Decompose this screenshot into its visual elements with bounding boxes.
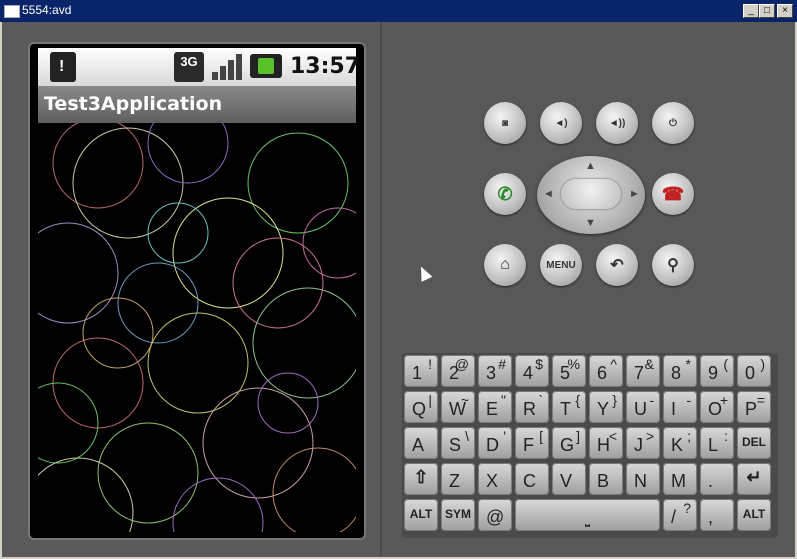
key-c[interactable]: C [515, 463, 549, 495]
key-7[interactable]: 7 & [626, 355, 660, 387]
device-screen: 3G 13:57 Test3Application [28, 42, 366, 540]
back-icon: ↶ [610, 257, 624, 274]
key-t[interactable]: T{ [552, 391, 586, 423]
key-f[interactable]: F[ [515, 427, 549, 459]
dpad-down-icon[interactable]: ▼ [585, 217, 596, 229]
space-icon: ⎵ [585, 513, 590, 527]
key-x[interactable]: X [478, 463, 512, 495]
hardware-controls: ◙ ◄) ◄)) ⏻ ✆ ▲ ▼ ◄ ► ☎ ⌂ MENU ↶ ⚲ 1! 2 @ … [382, 22, 795, 557]
call-icon: ✆ [497, 183, 513, 204]
minimize-button[interactable]: _ [743, 4, 759, 18]
key-b[interactable]: B [589, 463, 623, 495]
key-k[interactable]: K; [663, 427, 697, 459]
network-3g-icon: 3G [174, 52, 204, 82]
search-icon: ⚲ [667, 257, 679, 274]
key-r[interactable]: R ` [515, 391, 549, 423]
signal-icon [210, 52, 244, 82]
key-6[interactable]: 6 ^ [589, 355, 623, 387]
key-comma[interactable]: , [700, 499, 734, 531]
dpad-up-icon[interactable]: ▲ [585, 160, 596, 172]
end-call-icon: ☎ [661, 183, 685, 204]
key-alt-right[interactable]: ALT [737, 499, 771, 531]
call-button[interactable]: ✆ [484, 173, 526, 215]
key-del[interactable]: DEL [737, 427, 771, 459]
key-a[interactable]: A [404, 427, 438, 459]
key-8[interactable]: 8 * [663, 355, 697, 387]
key-j[interactable]: J > [626, 427, 660, 459]
camera-icon: ◙ [501, 117, 509, 129]
key-alt-left[interactable]: ALT [404, 499, 438, 531]
dpad[interactable]: ▲ ▼ ◄ ► [537, 156, 645, 234]
key-p[interactable]: P = [737, 391, 771, 423]
battery-icon [250, 54, 282, 78]
key-4[interactable]: 4 $ [515, 355, 549, 387]
key-i[interactable]: I- [663, 391, 697, 423]
dpad-right-icon[interactable]: ► [629, 188, 640, 200]
volume-up-icon: ◄)) [608, 117, 626, 129]
android-status-bar: 3G 13:57 [38, 48, 360, 86]
key-d[interactable]: D ' [478, 427, 512, 459]
end-call-button[interactable]: ☎ [652, 173, 694, 215]
key-s[interactable]: S \ [441, 427, 475, 459]
status-time: 13:57 [290, 54, 361, 79]
enter-icon: ↵ [746, 467, 762, 487]
sim-warning-icon [50, 52, 76, 82]
emulator-frame: 3G 13:57 Test3Application [2, 22, 795, 557]
key-h[interactable]: H < [589, 427, 623, 459]
dpad-left-icon[interactable]: ◄ [543, 188, 554, 200]
key-g[interactable]: G] [552, 427, 586, 459]
shift-icon: ⇧ [413, 467, 429, 487]
key-at[interactable]: @ [478, 499, 512, 531]
power-button[interactable]: ⏻ [652, 102, 694, 144]
key-y[interactable]: Y} [589, 391, 623, 423]
app-icon [4, 5, 20, 18]
key-0[interactable]: 0) [737, 355, 771, 387]
key-z[interactable]: Z [441, 463, 475, 495]
back-button[interactable]: ↶ [596, 244, 638, 286]
key-space[interactable]: ⎵ [515, 499, 660, 531]
key-5[interactable]: 5% [552, 355, 586, 387]
menu-label: MENU [546, 259, 576, 271]
app-title-bar: Test3Application [38, 86, 356, 123]
volume-down-icon: ◄) [554, 117, 568, 129]
key-9[interactable]: 9( [700, 355, 734, 387]
menu-button[interactable]: MENU [540, 244, 582, 286]
maximize-button[interactable]: □ [759, 4, 775, 18]
circles-drawing [38, 123, 356, 532]
key-v[interactable]: V [552, 463, 586, 495]
key-3[interactable]: 3 # [478, 355, 512, 387]
key-2[interactable]: 2 @ [441, 355, 475, 387]
search-button[interactable]: ⚲ [652, 244, 694, 286]
key-1[interactable]: 1! [404, 355, 438, 387]
key-shift[interactable]: ⇧ [404, 463, 438, 495]
home-icon: ⌂ [500, 256, 510, 273]
key-q[interactable]: Q | [404, 391, 438, 423]
key-slash[interactable]: /? [663, 499, 697, 531]
key-period[interactable]: . [700, 463, 734, 495]
key-o[interactable]: O + [700, 391, 734, 423]
key-n[interactable]: N [626, 463, 660, 495]
window-titlebar: 5554:avd _ □ × [0, 0, 797, 22]
power-icon: ⏻ [669, 117, 677, 129]
qwerty-keyboard: 1! 2 @ 3 # 4 $ 5% 6 ^ 7 & 8 * 9( 0) Q | W ~ E " R… [402, 353, 778, 538]
dpad-center-button[interactable] [561, 179, 621, 209]
key-m[interactable]: M [663, 463, 697, 495]
key-enter[interactable]: ↵ [737, 463, 771, 495]
volume-up-button[interactable]: ◄)) [596, 102, 638, 144]
camera-button[interactable]: ◙ [484, 102, 526, 144]
home-button[interactable]: ⌂ [484, 244, 526, 286]
app-title: Test3Application [44, 93, 223, 115]
window-title: 5554:avd [22, 3, 72, 17]
key-u[interactable]: U- [626, 391, 660, 423]
key-e[interactable]: E " [478, 391, 512, 423]
key-w[interactable]: W ~ [441, 391, 475, 423]
close-button[interactable]: × [777, 4, 793, 18]
volume-down-button[interactable]: ◄) [540, 102, 582, 144]
key-l[interactable]: L: [700, 427, 734, 459]
phone-panel: 3G 13:57 Test3Application [6, 22, 380, 557]
key-sym[interactable]: SYM [441, 499, 475, 531]
circle-canvas[interactable] [38, 123, 356, 532]
